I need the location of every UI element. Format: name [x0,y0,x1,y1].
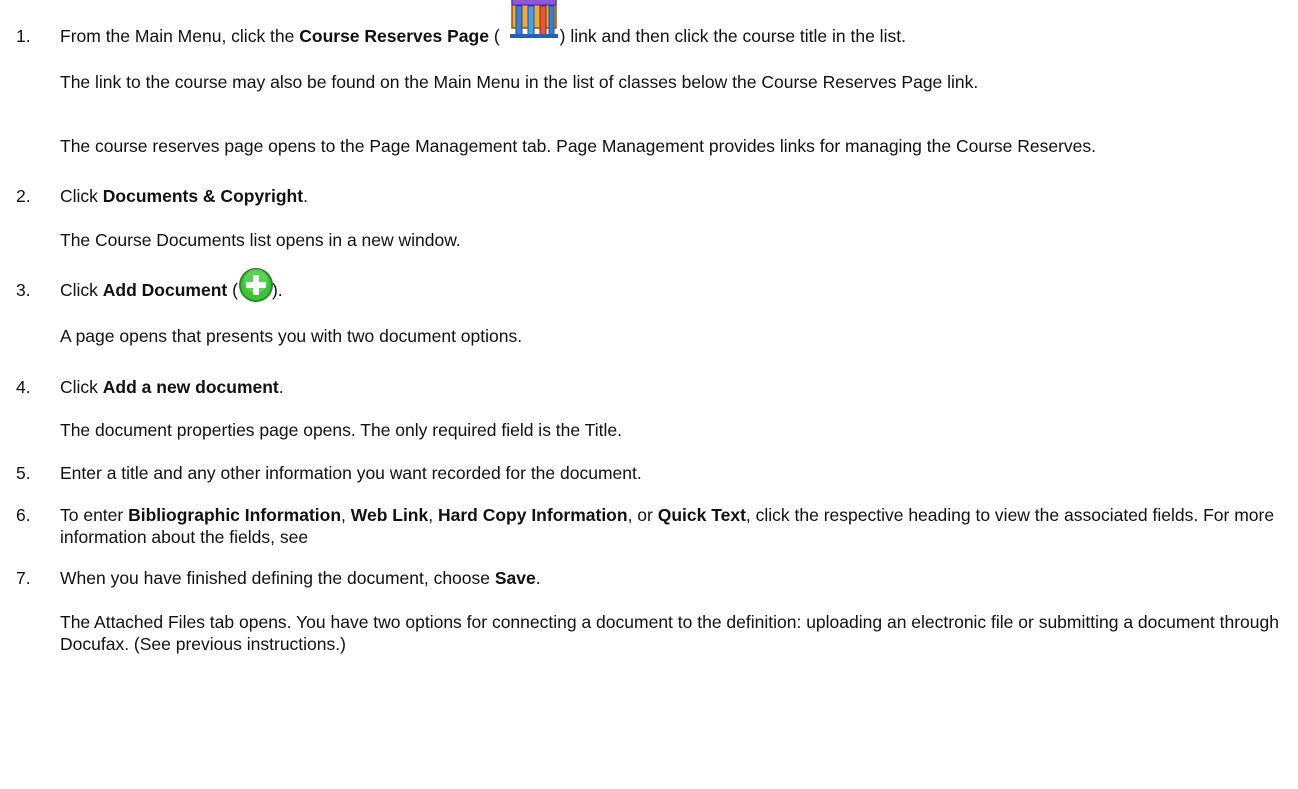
step-text: When you have finished defining the docu… [60,568,541,588]
course-reserves-icon [500,0,560,48]
step-text: Enter a title and any other information … [60,463,642,483]
bibliographic-information-link: Bibliographic Information [128,505,342,525]
step-note: The document properties page opens. The … [60,420,622,440]
step-number: 5. [16,463,31,483]
step-number: 7. [16,568,31,588]
step-number: 1. [16,26,31,46]
step-text: Click Documents & Copyright. [60,186,308,206]
hard-copy-information-link: Hard Copy Information [437,505,628,525]
step-number: 3. [16,280,31,300]
add-document-link: Add Document [102,280,228,300]
step-text: Click Add a new document. [60,377,284,397]
step-note: The Course Documents list opens in a new… [60,230,461,250]
step-number: 4. [16,377,31,397]
quick-text-link: Quick Text [657,505,746,525]
step-number: 2. [16,186,31,206]
add-plus-icon [238,268,273,303]
step-note: The link to the course may also be found… [60,72,979,92]
course-reserves-page-link: Course Reserves Page [299,26,489,46]
step-note: A page opens that presents you with two … [60,326,523,346]
step-note: The Attached Files tab opens. You have t… [60,612,1279,654]
step-text: Click Add Document ( ). [60,268,1284,303]
step-number: 6. [16,505,31,525]
web-link-link: Web Link [350,505,429,525]
step-note: The course reserves page opens to the Pa… [60,136,1097,156]
save-link: Save [494,568,536,588]
add-new-document-link: Add a new document [102,377,279,397]
documents-copyright-link: Documents & Copyright [102,186,304,206]
step-text: From the Main Menu, click the Course Res… [60,0,1284,48]
step-text: To enter Bibliographic Information, Web … [60,505,1275,547]
